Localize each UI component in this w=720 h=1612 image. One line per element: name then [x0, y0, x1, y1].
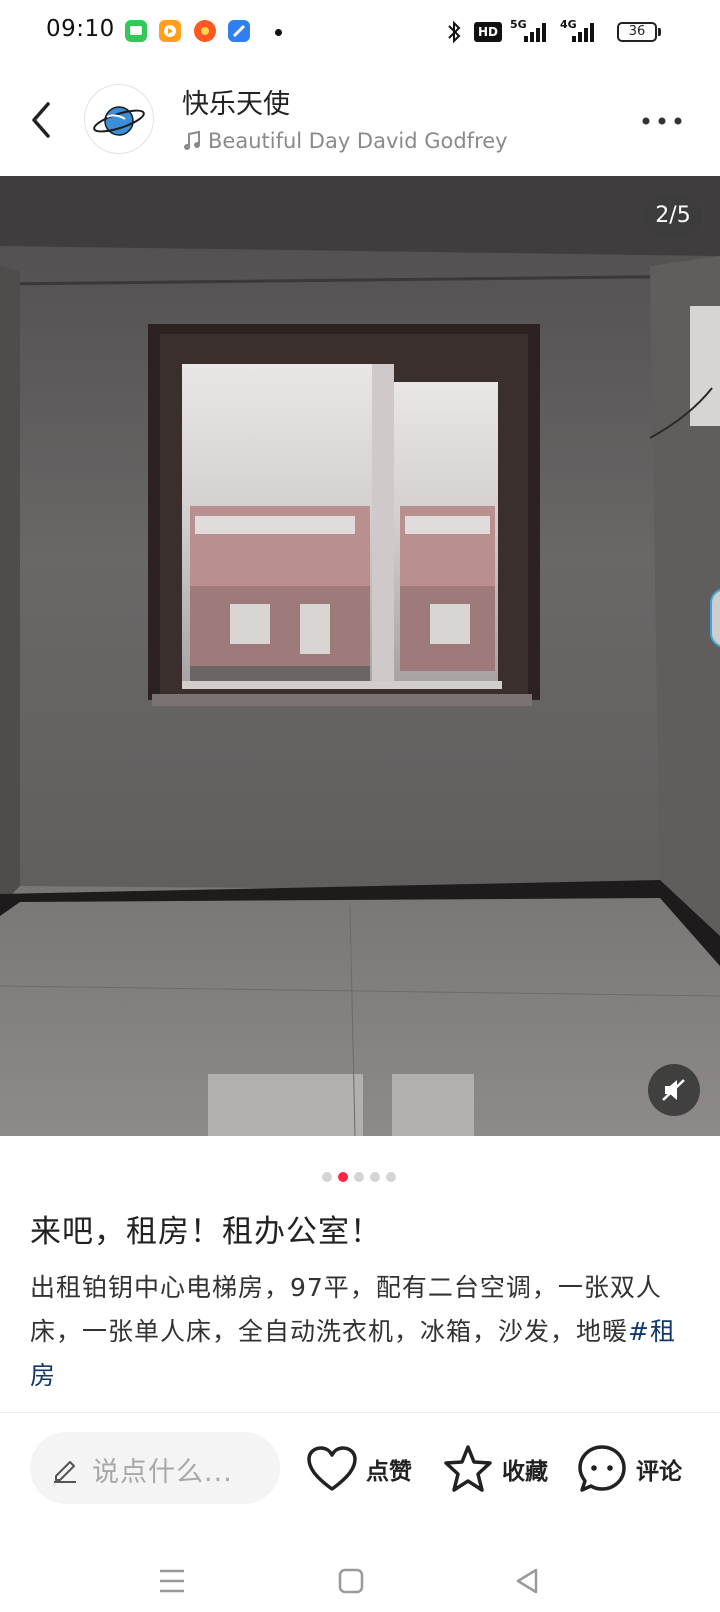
post-body-text: 出租铂钥中心电梯房，97平，配有二台空调，一张双人床，一张单人床，全自动洗衣机，… — [30, 1273, 662, 1346]
signal-4g-icon: 4G — [560, 18, 600, 46]
post-body: 出租铂钥中心电梯房，97平，配有二台空调，一张双人床，一张单人床，全自动洗衣机，… — [30, 1266, 690, 1398]
post-header: 快乐天使 Beautiful Day David Godfrey — [0, 66, 720, 176]
notification-dot-icon — [275, 29, 282, 36]
like-label: 点赞 — [366, 1459, 412, 1485]
pager-dot — [338, 1172, 348, 1182]
pager-dot — [370, 1172, 380, 1182]
back-arrow-icon[interactable] — [22, 96, 62, 144]
image-counter: 2/5 — [644, 196, 702, 236]
pencil-icon — [54, 1461, 76, 1483]
back-triangle-icon[interactable] — [514, 1567, 540, 1595]
pager-dot — [322, 1172, 332, 1182]
battery-icon: 36 — [617, 22, 657, 42]
menu-icon[interactable] — [158, 1568, 186, 1594]
planet-icon — [93, 106, 145, 136]
hd-icon: HD — [474, 22, 502, 42]
comment-label: 评论 — [636, 1459, 682, 1485]
mute-button[interactable] — [648, 1064, 700, 1116]
floating-widget[interactable] — [710, 588, 720, 648]
divider — [0, 1412, 720, 1413]
speaker-muted-icon — [662, 1079, 685, 1101]
pager-dot — [386, 1172, 396, 1182]
music-note-icon — [184, 130, 200, 150]
comment-input[interactable]: 说点什么... — [30, 1432, 280, 1504]
home-icon[interactable] — [338, 1568, 364, 1594]
username[interactable]: 快乐天使 — [182, 82, 290, 121]
image-pager — [322, 1172, 396, 1182]
more-options-icon[interactable] — [640, 106, 684, 136]
battery-tip — [658, 28, 661, 36]
shopping-app-icon — [194, 20, 216, 42]
signal-5g-icon: 5G — [510, 18, 550, 46]
avatar[interactable] — [84, 84, 154, 154]
background-music[interactable]: Beautiful Day David Godfrey — [182, 126, 508, 156]
pager-dot — [354, 1172, 364, 1182]
video-app-icon — [159, 20, 181, 42]
bluetooth-icon — [448, 20, 461, 44]
music-title: Beautiful Day David Godfrey — [208, 129, 508, 153]
heart-icon — [307, 1446, 357, 1491]
favorite-button[interactable]: 收藏 — [442, 1440, 548, 1498]
status-time: 09:10 — [46, 16, 115, 42]
room-photo — [0, 176, 720, 1136]
star-icon — [444, 1445, 492, 1492]
system-navigation-bar — [0, 1540, 720, 1612]
comment-button[interactable]: 评论 — [576, 1440, 682, 1498]
status-bar: 09:10 HD 5G 4G 36 — [0, 0, 720, 66]
chat-bubble-icon — [578, 1445, 626, 1492]
favorite-label: 收藏 — [502, 1459, 548, 1485]
like-button[interactable]: 点赞 — [306, 1440, 412, 1498]
messages-app-icon — [125, 20, 147, 42]
post-image[interactable]: 2/5 — [0, 176, 720, 1136]
browser-app-icon — [228, 20, 250, 42]
comment-placeholder: 说点什么... — [92, 1457, 233, 1488]
post-title: 来吧，租房！租办公室！ — [30, 1214, 382, 1250]
